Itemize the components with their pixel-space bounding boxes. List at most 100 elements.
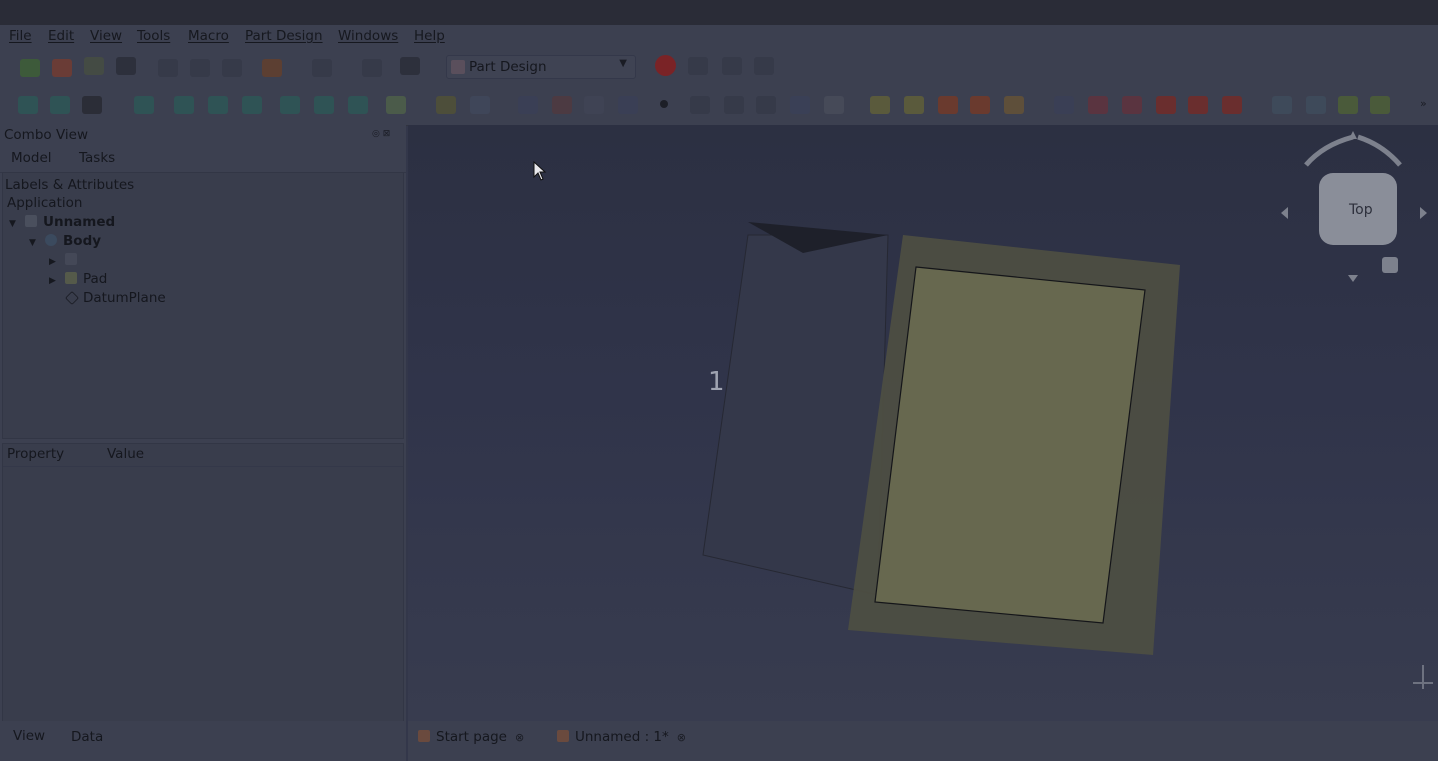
revolution-icon[interactable] [904, 96, 924, 114]
groove-icon[interactable] [1122, 96, 1142, 114]
menu-part-design[interactable]: Part Design [245, 28, 323, 44]
fit-all-icon[interactable] [18, 96, 38, 114]
new-document-icon[interactable] [20, 59, 40, 77]
bottom-view-icon[interactable] [314, 96, 334, 114]
tree-item-label: Pad [83, 271, 108, 287]
copy-icon[interactable] [190, 59, 210, 77]
datum-point-icon[interactable] [660, 100, 668, 108]
window-titlebar [0, 0, 1438, 25]
menu-edit[interactable]: Edit [48, 28, 74, 44]
validate-sketch-icon[interactable] [584, 96, 604, 114]
datum-line-icon[interactable] [690, 96, 710, 114]
sub-shape-binder-icon[interactable] [790, 96, 810, 114]
fit-selection-icon[interactable] [50, 96, 70, 114]
part-design-icon [451, 60, 465, 74]
isometric-view-icon[interactable] [134, 96, 154, 114]
macro-editor-icon[interactable] [688, 57, 708, 75]
whats-this-icon[interactable] [400, 57, 420, 75]
close-icon[interactable]: ⊗ [677, 731, 686, 744]
3d-viewport[interactable]: 1 Top [408, 125, 1438, 721]
shape-binder-icon[interactable] [518, 96, 538, 114]
chevron-down-icon[interactable]: ▼ [29, 238, 41, 248]
tree-item-label: Body [63, 233, 102, 249]
menu-help[interactable]: Help [414, 28, 445, 44]
mirrored-icon[interactable] [1272, 96, 1292, 114]
additive-primitive-icon[interactable] [1004, 96, 1024, 114]
chevron-right-icon[interactable]: ▶ [49, 257, 61, 267]
print-icon[interactable] [116, 57, 136, 75]
document-icon [557, 730, 569, 742]
panel-float-close-icon[interactable]: ◎ ⊠ [372, 129, 398, 139]
refresh-icon[interactable] [362, 59, 382, 77]
combo-view-title: Combo View [4, 127, 88, 143]
paste-icon[interactable] [222, 59, 242, 77]
gear-icon[interactable] [824, 96, 844, 114]
tree-item-datumplane[interactable]: DatumPlane [61, 290, 166, 308]
chevron-right-icon[interactable]: ▶ [49, 276, 61, 286]
labels-attributes-header: Labels & Attributes [5, 177, 135, 193]
menu-tools[interactable]: Tools [137, 28, 170, 44]
tab-view[interactable]: View [13, 728, 45, 744]
polar-pattern-icon[interactable] [1338, 96, 1358, 114]
multi-transform-icon[interactable] [1370, 96, 1390, 114]
additive-pipe-icon[interactable] [970, 96, 990, 114]
datum-plane-icon [64, 290, 80, 306]
pocket-icon[interactable] [1054, 96, 1074, 114]
toolbar-overflow-icon[interactable]: » [1420, 97, 1432, 115]
start-page-icon [418, 730, 430, 742]
tree-item-unnamed[interactable]: ▼ Unnamed [9, 214, 115, 232]
menu-view[interactable]: View [90, 28, 122, 44]
arrow-right-icon [1420, 207, 1427, 219]
linear-pattern-icon[interactable] [1306, 96, 1326, 114]
right-view-icon[interactable] [242, 96, 262, 114]
undo-icon[interactable] [262, 59, 282, 77]
top-view-icon[interactable] [208, 96, 228, 114]
subtractive-primitive-icon[interactable] [1222, 96, 1242, 114]
datum-plane-icon[interactable] [724, 96, 744, 114]
tree-item-pad[interactable]: ▶ Pad [49, 271, 107, 289]
body-icon [45, 234, 57, 246]
rear-view-icon[interactable] [280, 96, 300, 114]
workbench-selector[interactable]: Part Design ▼ [446, 55, 636, 79]
measure-icon[interactable] [386, 96, 406, 114]
tab-tasks[interactable]: Tasks [79, 150, 115, 166]
clone-icon[interactable] [618, 96, 638, 114]
draw-style-icon[interactable] [82, 96, 102, 114]
tab-model[interactable]: Model [11, 150, 52, 166]
left-view-icon[interactable] [348, 96, 368, 114]
tab-data[interactable]: Data [71, 729, 103, 745]
menu-windows[interactable]: Windows [338, 28, 398, 44]
additive-loft-icon[interactable] [938, 96, 958, 114]
front-view-icon[interactable] [174, 96, 194, 114]
debug-macro-icon[interactable] [754, 57, 774, 75]
save-document-icon[interactable] [84, 57, 104, 75]
tree-item-body[interactable]: ▼ Body [29, 233, 101, 251]
model-tree: Labels & Attributes Application ▼ Unnamed… [2, 172, 404, 439]
axis-cross-icon [1413, 665, 1433, 689]
pad-icon[interactable] [870, 96, 890, 114]
local-coordinate-system-icon[interactable] [756, 96, 776, 114]
subtractive-pipe-icon[interactable] [1188, 96, 1208, 114]
menu-file[interactable]: File [9, 28, 32, 44]
record-macro-icon[interactable] [655, 55, 676, 76]
combo-view-panel: Combo View ◎ ⊠ Model Tasks Labels & Attr… [0, 125, 406, 723]
hole-icon[interactable] [1088, 96, 1108, 114]
close-icon[interactable]: ⊗ [515, 731, 524, 744]
menu-macro[interactable]: Macro [188, 28, 229, 44]
sketch-icon[interactable] [552, 96, 572, 114]
tree-item-origin[interactable]: ▶ [49, 252, 83, 270]
tab-start-page[interactable]: Start page ⊗ [418, 729, 524, 745]
menu-bar: File Edit View Tools Macro Part Design W… [0, 25, 1438, 47]
chevron-down-icon[interactable]: ▼ [9, 219, 21, 229]
open-document-icon[interactable] [52, 59, 72, 77]
create-body-icon[interactable] [436, 96, 456, 114]
execute-macro-icon[interactable] [722, 57, 742, 75]
create-part-icon[interactable] [470, 96, 490, 114]
subtractive-loft-icon[interactable] [1156, 96, 1176, 114]
tab-label: Start page [436, 729, 507, 745]
arrow-left-icon [1281, 207, 1288, 219]
redo-icon[interactable] [312, 59, 332, 77]
tab-unnamed[interactable]: Unnamed : 1* ⊗ [557, 729, 686, 745]
pad-face[interactable] [874, 266, 1146, 624]
cut-icon[interactable] [158, 59, 178, 77]
